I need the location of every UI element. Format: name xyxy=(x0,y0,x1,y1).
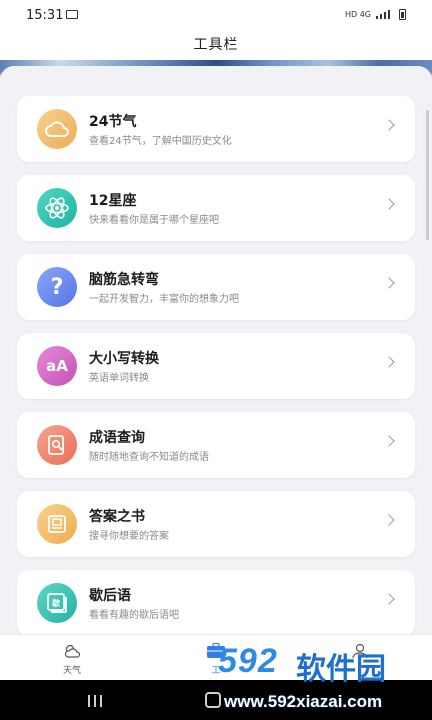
tool-title: 12星座 xyxy=(89,193,137,209)
tab-profile[interactable] xyxy=(310,635,410,681)
cloud-icon xyxy=(37,109,77,149)
tool-subtitle: 英语单词转换 xyxy=(89,373,149,384)
recent-apps-icon[interactable] xyxy=(88,695,102,707)
scrollbar[interactable] xyxy=(426,110,429,240)
tool-title: 24节气 xyxy=(89,114,137,130)
network-label: HD 4G xyxy=(344,10,371,19)
status-indicators: HD 4G xyxy=(345,9,406,20)
tool-card-zodiac[interactable]: 12星座 快来看看你是属于哪个星座吧 xyxy=(17,175,415,241)
profile-icon xyxy=(352,643,368,659)
gallery-notification-icon xyxy=(66,10,78,19)
tab-weather[interactable]: 天气 xyxy=(22,635,122,681)
tab-label: 工 xyxy=(211,666,221,676)
tool-card-book-of-answers[interactable]: 答案之书 搜寻你想要的答案 xyxy=(17,491,415,557)
content-top-edge xyxy=(0,66,432,80)
battery-icon xyxy=(399,9,406,20)
tool-subtitle: 看看有趣的歇后语吧 xyxy=(89,610,179,621)
tool-subtitle: 一起开发智力，丰富你的想象力吧 xyxy=(89,294,239,305)
chevron-right-icon xyxy=(383,435,395,447)
tool-card-case-convert[interactable]: aA 大小写转换 英语单词转换 xyxy=(17,333,415,399)
signal-icon xyxy=(376,10,394,19)
tool-title: 歇后语 xyxy=(89,588,131,604)
tool-subtitle: 搜寻你想要的答案 xyxy=(89,531,169,542)
tool-title: 成语查询 xyxy=(89,430,145,446)
status-bar: 15:31 HD 4G xyxy=(0,0,432,30)
chevron-right-icon xyxy=(383,119,395,131)
home-icon[interactable] xyxy=(205,692,221,708)
proverb-icon: 歇 xyxy=(37,583,77,623)
tool-subtitle: 快来看看你是属于哪个星座吧 xyxy=(89,215,219,226)
page-title: 工具栏 xyxy=(193,37,239,53)
tab-label: 天气 xyxy=(62,666,81,676)
chevron-right-icon xyxy=(383,277,395,289)
bottom-tab-bar: 天气 工 xyxy=(0,634,432,681)
tool-title: 大小写转换 xyxy=(89,351,159,367)
toolbox-icon xyxy=(207,643,225,658)
atom-icon xyxy=(37,188,77,228)
chevron-right-icon xyxy=(383,356,395,368)
tool-card-solar-terms[interactable]: 24节气 查看24节气，了解中国历史文化 xyxy=(17,96,415,162)
tool-subtitle: 查看24节气，了解中国历史文化 xyxy=(89,136,232,147)
chevron-right-icon xyxy=(383,514,395,526)
system-navigation-bar xyxy=(0,680,432,720)
tool-card-riddles[interactable]: ? 脑筋急转弯 一起开发智力，丰富你的想象力吧 xyxy=(17,254,415,320)
weather-icon xyxy=(64,644,81,658)
question-icon: ? xyxy=(37,267,77,307)
title-bar: 工具栏 xyxy=(0,30,432,60)
dictionary-icon xyxy=(37,425,77,465)
chevron-right-icon xyxy=(383,198,395,210)
tab-tools[interactable]: 工 xyxy=(166,635,266,681)
letter-case-icon: aA xyxy=(37,346,77,386)
chevron-right-icon xyxy=(383,593,395,605)
svg-text:歇: 歇 xyxy=(51,598,60,608)
tool-card-idiom-lookup[interactable]: 成语查询 随时随地查询不知道的成语 xyxy=(17,412,415,478)
tool-title: 脑筋急转弯 xyxy=(89,272,159,288)
tool-title: 答案之书 xyxy=(89,509,145,525)
status-time: 15:31 xyxy=(26,8,64,23)
tool-card-proverbs[interactable]: 歇 歇后语 看看有趣的歇后语吧 xyxy=(17,570,415,636)
book-icon xyxy=(37,504,77,544)
tool-subtitle: 随时随地查询不知道的成语 xyxy=(89,452,209,463)
